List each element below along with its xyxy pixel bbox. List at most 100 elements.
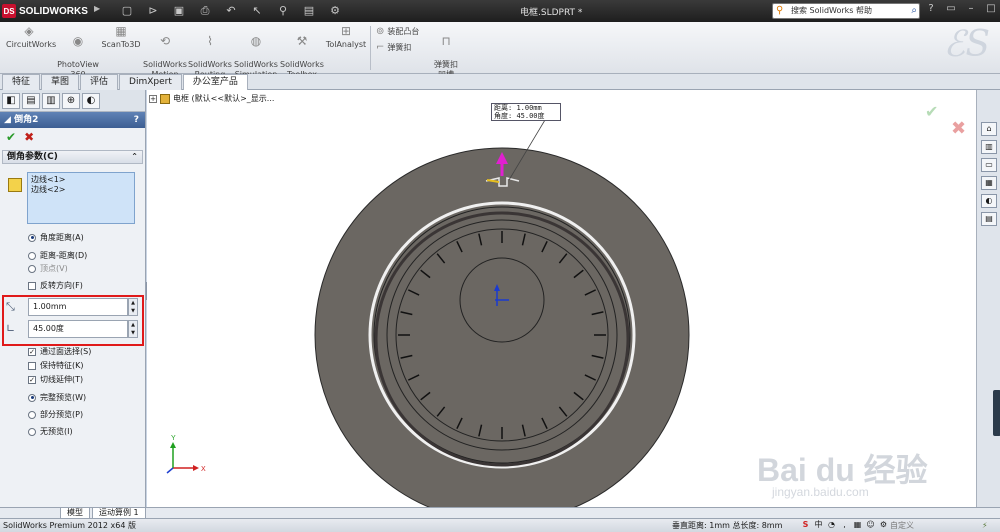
design-library-icon[interactable]: ▥ (981, 140, 997, 154)
distance-input[interactable]: 1.00mm (28, 298, 128, 316)
keyboard-icon[interactable]: ▦ (852, 519, 863, 531)
apply-scene-icon[interactable]: ◎ (587, 90, 597, 91)
tolanalyst-button[interactable]: ⊞ TolAnalyst (325, 24, 367, 50)
view-orientation-icon[interactable]: ◩ (531, 90, 541, 91)
tab-evaluate[interactable]: 评估 (80, 74, 119, 90)
group-title: 倒角参数(C) (7, 152, 58, 162)
tab-features[interactable]: 特征 (2, 74, 41, 90)
dimension-callout[interactable]: 距离: 1.00mm 角度: 45.00度 (491, 103, 561, 121)
tangent-propagation-checkbox[interactable]: ✓ 切线延伸(T) (28, 374, 83, 385)
no-preview-radio[interactable]: 无预览(I) (28, 426, 73, 437)
snap-hook-button[interactable]: ⌐ 弹簧扣 (376, 42, 411, 53)
propertymanager-tab-icon[interactable]: ▤ (22, 93, 40, 109)
select-through-faces-checkbox[interactable]: ✓ 通过面选择(S) (28, 346, 91, 357)
file-explorer-icon[interactable]: ▭ (981, 158, 997, 172)
cancel-button[interactable]: ✖ (24, 130, 34, 144)
options-icon[interactable]: ⚙ (326, 3, 344, 19)
zoom-area-icon[interactable]: ⊗ (490, 90, 499, 91)
angle-spinner[interactable]: ▲ ▼ (128, 320, 138, 338)
graphics-area[interactable]: + 电框 (默认<<默认>_显示... X Y 距离: 1.00mm 角度: 4… (147, 90, 976, 520)
units-selector[interactable]: 自定义 (890, 519, 914, 532)
skin-icon[interactable]: ☺ (865, 519, 876, 531)
featuremanager-tab-icon[interactable]: ◧ (2, 93, 20, 109)
radio-icon (28, 427, 36, 436)
sogou-s-icon[interactable]: S (800, 519, 811, 531)
partial-preview-radio[interactable]: 部分预览(P) (28, 409, 83, 420)
appearances-icon[interactable]: ◐ (981, 194, 997, 208)
ok-button[interactable]: ✔ (6, 130, 16, 144)
help-icon[interactable]: ? (924, 3, 938, 14)
select-through-faces-label: 通过面选择(S) (40, 347, 92, 356)
callout-angle-row: 角度: 45.00度 (494, 112, 558, 120)
display-style-icon[interactable]: ◧ (545, 90, 555, 91)
solidworks-resources-icon[interactable]: ⌂ (981, 122, 997, 136)
circuitworks-button[interactable]: ◈ CircuitWorks (6, 24, 56, 50)
routing-button[interactable]: ⌇ SolidWorks Routing (188, 24, 232, 80)
tab-office-products[interactable]: 办公室产品 (182, 74, 248, 90)
list-item[interactable]: 边线<1> (31, 175, 131, 185)
scanto3d-button[interactable]: ▦ ScanTo3D (101, 24, 141, 50)
edit-appearance-icon[interactable]: ● (573, 90, 583, 91)
hide-show-icon[interactable]: ◌ (560, 90, 570, 91)
help-icon[interactable]: ? (134, 112, 139, 128)
photoview-button[interactable]: ◉ PhotoView 360 (57, 24, 99, 80)
rebuild-status-icon[interactable]: ⚡ (982, 519, 988, 532)
new-document-icon[interactable]: ▢ (118, 3, 136, 19)
distance-spinner[interactable]: ▲ ▼ (128, 298, 138, 316)
distance-distance-radio[interactable]: 距离-距离(D) (28, 250, 87, 261)
tab-dimxpert[interactable]: DimXpert (119, 74, 182, 90)
chinese-mode-icon[interactable]: 中 (813, 519, 824, 531)
edge-selection-list[interactable]: 边线<1> 边线<2> (27, 172, 135, 224)
fullwidth-icon[interactable]: , (839, 519, 850, 531)
simulation-button[interactable]: ◍ SolidWorks Simulation (234, 24, 278, 80)
file-properties-icon[interactable]: ▤ (300, 3, 318, 19)
search-go-icon[interactable]: ⌕ (911, 4, 917, 18)
print-icon[interactable]: ⎙ (196, 3, 214, 19)
settings-icon[interactable]: ⚙ (878, 519, 889, 531)
confirmation-cancel-icon[interactable]: ✖ (951, 118, 966, 139)
menu-expand-icon[interactable]: ▶ (94, 4, 100, 13)
punctuation-icon[interactable]: ◔ (826, 519, 837, 531)
callout-angle-value[interactable]: 45.00度 (516, 112, 544, 120)
task-pane-grip[interactable] (993, 390, 1000, 436)
save-icon[interactable]: ▣ (170, 3, 188, 19)
mounting-boss-button[interactable]: ⊚ 装配凸台 (376, 26, 419, 37)
dimxpertmanager-tab-icon[interactable]: ⊕ (62, 93, 80, 109)
undo-icon[interactable]: ↶ (222, 3, 240, 19)
keep-features-label: 保持特征(K) (40, 361, 84, 370)
zoom-to-fit-icon[interactable]: ⊕ (477, 90, 486, 91)
angle-distance-radio[interactable]: 角度距离(A) (28, 232, 84, 243)
help-search-input[interactable]: ⚲ 搜索 SolidWorks 帮助 ⌕ (772, 3, 920, 19)
display-manager-tab-icon[interactable]: ◐ (82, 93, 100, 109)
snap-hook-groove-button[interactable]: ⊓ 弹簧扣 凹槽 (428, 24, 464, 80)
list-item[interactable]: 边线<2> (31, 185, 131, 195)
callout-distance-value[interactable]: 1.00mm (516, 104, 541, 112)
collapse-icon[interactable]: ⌃ (131, 151, 138, 163)
callout-distance-row: 距离: 1.00mm (494, 104, 558, 112)
maximize-icon[interactable]: □ (984, 3, 998, 14)
view-palette-icon[interactable]: ▦ (981, 176, 997, 190)
toolbox-button[interactable]: ⚒ SolidWorks Toolbox (280, 24, 324, 80)
rebuild-icon[interactable]: ⚲ (274, 3, 292, 19)
previous-view-icon[interactable]: ↺ (503, 90, 512, 91)
motion-button[interactable]: ⟲ SolidWorks Motion (143, 24, 187, 80)
minimize-icon[interactable]: – (964, 3, 978, 14)
configurationmanager-tab-icon[interactable]: ▥ (42, 93, 60, 109)
angle-input[interactable]: 45.00度 (28, 320, 128, 338)
custom-properties-icon[interactable]: ▤ (981, 212, 997, 226)
keep-features-checkbox[interactable]: 保持特征(K) (28, 360, 84, 371)
select-icon[interactable]: ↖ (248, 3, 266, 19)
flip-direction-checkbox[interactable]: 反转方向(F) (28, 280, 83, 291)
tab-sketch[interactable]: 草图 (41, 74, 80, 90)
full-preview-radio[interactable]: 完整预览(W) (28, 392, 86, 403)
restore-icon[interactable]: ▭ (944, 3, 958, 14)
angle-row: ∟ 45.00度 ▲ ▼ (6, 320, 138, 340)
confirmation-ok-icon[interactable]: ✔ (925, 102, 938, 121)
section-view-icon[interactable]: ◫ (517, 90, 527, 91)
solidworks-logo[interactable]: DS SOLIDWORKS (2, 2, 94, 20)
triad-y-label: Y (171, 435, 176, 442)
open-icon[interactable]: ⊳ (144, 3, 162, 19)
view-settings-icon[interactable]: ▭ (601, 90, 611, 91)
routing-icon: ⌇ (207, 34, 213, 48)
chamfer-parameters-header[interactable]: 倒角参数(C) ⌃ (2, 150, 143, 164)
